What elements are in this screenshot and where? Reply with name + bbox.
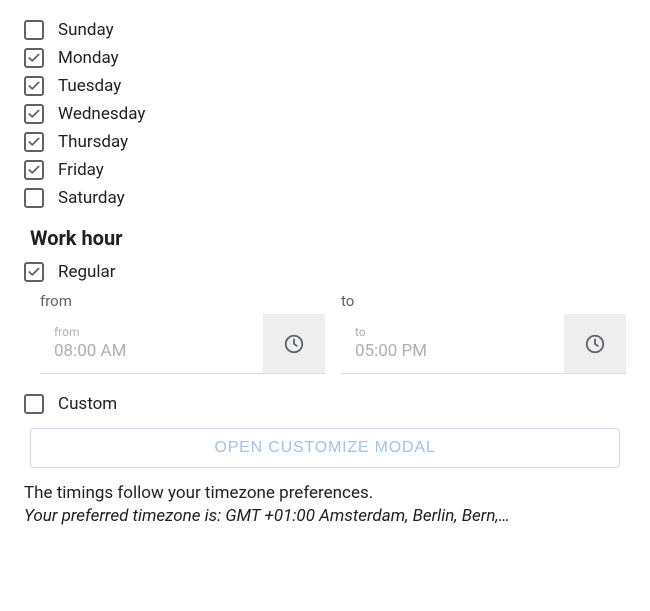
footer-line2: Your preferred timezone is: GMT +01:00 A… <box>24 505 626 528</box>
day-label: Monday <box>58 48 119 68</box>
from-clock-button[interactable] <box>263 314 325 373</box>
open-customize-modal-button[interactable]: OPEN CUSTOMIZE MODAL <box>30 428 620 468</box>
checkbox-sunday[interactable] <box>24 20 44 40</box>
from-label: from <box>40 292 325 310</box>
to-field: to to 05:00 PM <box>341 292 626 374</box>
checkbox-regular[interactable] <box>24 262 44 282</box>
to-value: 05:00 PM <box>355 340 552 364</box>
from-inner-label: from <box>54 325 251 339</box>
regular-row: Regular <box>24 262 626 282</box>
checkbox-tuesday[interactable] <box>24 76 44 96</box>
footer-note: The timings follow your timezone prefere… <box>24 482 626 528</box>
to-input-text: to 05:00 PM <box>341 314 564 373</box>
to-clock-button[interactable] <box>564 314 626 373</box>
day-row-wednesday: Wednesday <box>24 104 626 124</box>
day-label: Sunday <box>58 20 114 40</box>
checkbox-thursday[interactable] <box>24 132 44 152</box>
checkbox-monday[interactable] <box>24 48 44 68</box>
checkbox-wednesday[interactable] <box>24 104 44 124</box>
from-value: 08:00 AM <box>54 340 251 364</box>
from-input[interactable]: from 08:00 AM <box>40 314 325 374</box>
day-row-saturday: Saturday <box>24 188 626 208</box>
custom-label: Custom <box>58 394 117 414</box>
work-hour-heading: Work hour <box>30 226 626 250</box>
checkbox-custom[interactable] <box>24 394 44 414</box>
day-row-friday: Friday <box>24 160 626 180</box>
day-label: Saturday <box>58 188 125 208</box>
day-row-thursday: Thursday <box>24 132 626 152</box>
from-field: from from 08:00 AM <box>40 292 325 374</box>
to-inner-label: to <box>355 325 552 339</box>
to-input[interactable]: to 05:00 PM <box>341 314 626 374</box>
from-input-text: from 08:00 AM <box>40 314 263 373</box>
day-label: Tuesday <box>58 76 121 96</box>
custom-row: Custom <box>24 394 626 414</box>
regular-label: Regular <box>58 262 116 282</box>
day-label: Thursday <box>58 132 128 152</box>
day-row-sunday: Sunday <box>24 20 626 40</box>
time-row: from from 08:00 AM to to 05:00 PM <box>40 292 626 374</box>
day-row-tuesday: Tuesday <box>24 76 626 96</box>
to-label: to <box>341 292 626 310</box>
checkbox-saturday[interactable] <box>24 188 44 208</box>
checkbox-friday[interactable] <box>24 160 44 180</box>
day-label: Friday <box>58 160 104 180</box>
footer-line1: The timings follow your timezone prefere… <box>24 482 626 505</box>
day-label: Wednesday <box>58 104 145 124</box>
days-list: Sunday Monday Tuesday Wednesday Thursday… <box>24 20 626 208</box>
clock-icon <box>283 333 305 355</box>
clock-icon <box>584 333 606 355</box>
day-row-monday: Monday <box>24 48 626 68</box>
